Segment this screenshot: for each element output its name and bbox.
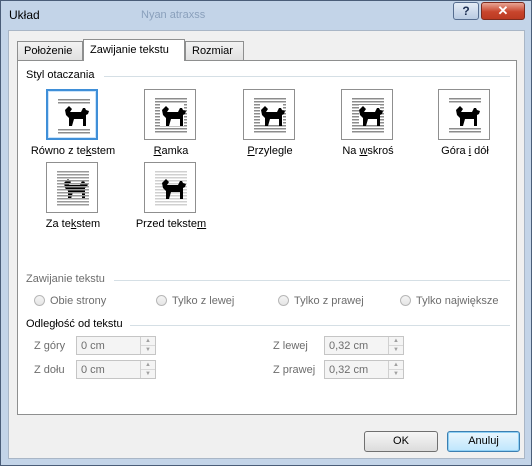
- distance-bottom-value[interactable]: 0 cm: [81, 364, 105, 376]
- radio-label: Obie strony: [50, 295, 107, 307]
- radio-circle[interactable]: [156, 295, 167, 306]
- cancel-button[interactable]: Anuluj: [447, 431, 520, 452]
- distance-left-spinner[interactable]: 0,32 cm ▲ ▼: [324, 336, 404, 355]
- wrap-style-label: Przylegle: [247, 145, 293, 157]
- spin-down-icon[interactable]: ▼: [389, 370, 403, 378]
- distance-right-spinner[interactable]: 0,32 cm ▲ ▼: [324, 360, 404, 379]
- tab-size[interactable]: Rozmiar: [185, 41, 244, 60]
- title-bar[interactable]: Układ Nyan atraxss ? ✕: [1, 1, 531, 27]
- tab-text-wrapping[interactable]: Zawijanie tekstu: [83, 39, 185, 61]
- wrap-style-label: Za tekstem: [45, 218, 101, 230]
- spinner-arrows: ▲ ▼: [140, 361, 155, 378]
- distance-left-value[interactable]: 0,32 cm: [329, 340, 368, 352]
- radio-label: Tylko największe: [416, 295, 499, 307]
- wrap-tight-icon[interactable]: [243, 89, 295, 140]
- distance-top-spinner[interactable]: 0 cm ▲ ▼: [76, 336, 156, 355]
- layout-dialog: Układ Nyan atraxss ? ✕ Położenie Zawijan…: [0, 0, 532, 466]
- wrap-behind-text-icon[interactable]: [46, 162, 98, 213]
- radio-circle[interactable]: [400, 295, 411, 306]
- wrap-style-label: Ramka: [153, 145, 189, 157]
- wrap-style-label: Góra i dół: [441, 145, 489, 157]
- distance-right-value[interactable]: 0,32 cm: [329, 364, 368, 376]
- distance-bottom-spinner[interactable]: 0 cm ▲ ▼: [76, 360, 156, 379]
- radio-label: Tylko z lewej: [172, 295, 235, 307]
- wrap-style-label: Przed tekstem: [135, 218, 207, 230]
- spinner-arrows: ▲ ▼: [140, 337, 155, 354]
- wrap-square-icon[interactable]: [144, 89, 196, 140]
- section-divider: [130, 325, 510, 326]
- tab-panel: Styl otaczania Równo z tekstem Ramka Przyl…: [17, 60, 517, 415]
- ok-button[interactable]: OK: [364, 431, 438, 452]
- distance-bottom-label: Z dołu: [34, 364, 65, 376]
- distance-top-label: Z góry: [34, 340, 66, 352]
- close-button[interactable]: ✕: [481, 2, 525, 20]
- radio-circle[interactable]: [278, 295, 289, 306]
- radio-largest-only[interactable]: Tylko największe: [400, 295, 499, 309]
- spin-up-icon[interactable]: ▲: [141, 337, 155, 346]
- wrap-in-line-icon[interactable]: [46, 89, 98, 140]
- dialog-client-area: Położenie Zawijanie tekstu Rozmiar Styl …: [8, 30, 525, 459]
- wrap-through-icon[interactable]: [341, 89, 393, 140]
- distance-header: Odległość od tekstu: [26, 318, 123, 330]
- background-window-title: Nyan atraxss: [141, 9, 206, 21]
- radio-circle[interactable]: [34, 295, 45, 306]
- spin-down-icon[interactable]: ▼: [141, 346, 155, 354]
- spinner-arrows: ▲ ▼: [388, 361, 403, 378]
- tab-position[interactable]: Położenie: [17, 41, 83, 60]
- radio-both-sides[interactable]: Obie strony: [34, 295, 106, 309]
- help-button[interactable]: ?: [453, 2, 479, 20]
- radio-right-only[interactable]: Tylko z prawej: [278, 295, 364, 309]
- spin-up-icon[interactable]: ▲: [141, 361, 155, 370]
- section-divider: [114, 280, 510, 281]
- spin-up-icon[interactable]: ▲: [389, 337, 403, 346]
- wrap-style-label: Na wskroś: [342, 145, 394, 157]
- wrap-style-label: Równo z tekstem: [30, 145, 116, 157]
- spin-down-icon[interactable]: ▼: [389, 346, 403, 354]
- wrap-text-header: Zawijanie tekstu: [26, 273, 105, 285]
- section-divider: [104, 76, 510, 77]
- spinner-arrows: ▲ ▼: [388, 337, 403, 354]
- spin-down-icon[interactable]: ▼: [141, 370, 155, 378]
- distance-right-label: Z prawej: [273, 364, 316, 376]
- wrap-top-bottom-icon[interactable]: [438, 89, 490, 140]
- dialog-title: Układ: [9, 8, 40, 22]
- spin-up-icon[interactable]: ▲: [389, 361, 403, 370]
- radio-label: Tylko z prawej: [294, 295, 364, 307]
- wrap-style-header: Styl otaczania: [26, 69, 95, 81]
- distance-left-label: Z lewej: [273, 340, 308, 352]
- radio-left-only[interactable]: Tylko z lewej: [156, 295, 234, 309]
- distance-top-value[interactable]: 0 cm: [81, 340, 105, 352]
- wrap-in-front-icon[interactable]: [144, 162, 196, 213]
